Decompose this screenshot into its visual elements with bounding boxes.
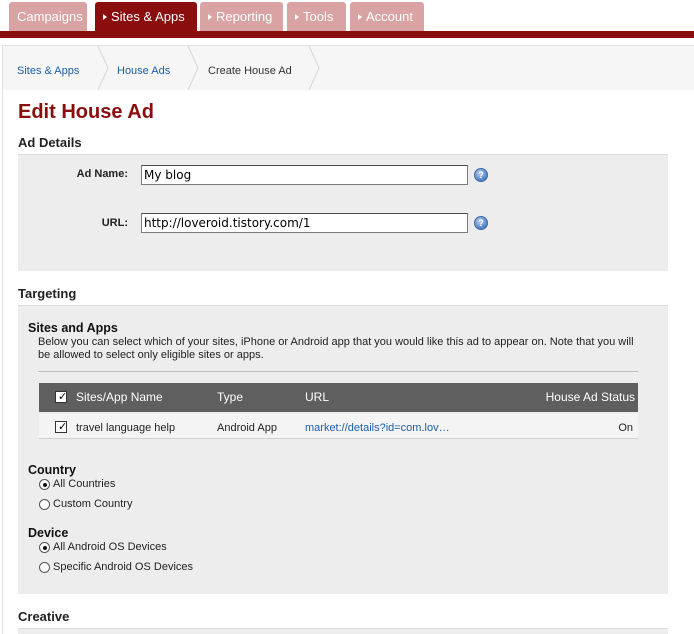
breadcrumb-separator-icon: [97, 46, 109, 90]
tab-label: Campaigns: [17, 9, 83, 24]
ad-name-label: Ad Name:: [76, 168, 128, 180]
house-ad-status-cell: On: [618, 422, 633, 434]
divider: [38, 371, 638, 372]
tab-label: Account: [366, 9, 413, 24]
breadcrumb-create-house-ad: Create House Ad: [208, 65, 292, 77]
tab-tools[interactable]: Tools: [287, 2, 346, 31]
sites-apps-heading: Sites and Apps: [28, 321, 118, 335]
help-icon[interactable]: ?: [474, 168, 488, 182]
radio-label: Specific Android OS Devices: [53, 561, 194, 573]
app-url-link[interactable]: market://details?id=com.lov…: [305, 414, 450, 442]
tab-label: Sites & Apps: [111, 9, 185, 24]
sites-apps-description: Below you can select which of your sites…: [38, 336, 634, 361]
arrow-right-icon: [358, 14, 362, 20]
tab-account[interactable]: Account: [350, 2, 424, 31]
arrow-right-icon: [103, 14, 107, 20]
select-all-checkbox[interactable]: ✓: [55, 391, 67, 403]
arrow-right-icon: [208, 14, 212, 20]
check-icon: ✓: [58, 421, 68, 433]
nav-underline: [0, 31, 694, 38]
top-navigation: Campaigns Sites & Apps Reporting Tools A…: [0, 0, 694, 38]
creative-heading: Creative: [18, 609, 70, 624]
radio-label: Custom Country: [53, 498, 133, 510]
radio-label: All Android OS Devices: [53, 541, 167, 553]
tab-reporting[interactable]: Reporting: [200, 2, 283, 31]
radio-specific-android-devices[interactable]: [39, 562, 50, 573]
radio-label: All Countries: [53, 478, 116, 490]
breadcrumb-separator-icon: [308, 46, 320, 90]
breadcrumb-separator-icon: [187, 46, 199, 90]
app-type-cell: Android App: [217, 422, 277, 434]
ad-name-field[interactable]: My blog: [141, 165, 468, 185]
radio-custom-country[interactable]: [39, 499, 50, 510]
arrow-right-icon: [295, 14, 299, 20]
country-heading: Country: [28, 463, 76, 477]
column-header-url: URL: [305, 390, 330, 404]
column-header-status: House Ad Status: [545, 390, 635, 404]
ad-details-heading: Ad Details: [18, 135, 82, 150]
device-heading: Device: [28, 526, 69, 540]
table-row: ✓ travel language help Android App marke…: [39, 414, 638, 439]
radio-all-countries[interactable]: [39, 479, 50, 490]
breadcrumb: Sites & Apps House Ads Create House Ad: [3, 46, 694, 90]
app-name-cell: travel language help: [76, 422, 176, 434]
tab-label: Reporting: [216, 9, 273, 24]
check-icon: ✓: [58, 391, 68, 403]
url-label: URL:: [101, 217, 128, 229]
creative-panel: [18, 628, 668, 634]
column-header-name: Sites/App Name: [76, 390, 163, 404]
page-title: Edit House Ad: [18, 101, 154, 123]
breadcrumb-sites-apps[interactable]: Sites & Apps: [17, 46, 79, 90]
targeting-heading: Targeting: [18, 286, 77, 301]
tab-label: Tools: [303, 9, 334, 24]
help-icon[interactable]: ?: [474, 216, 488, 230]
breadcrumb-house-ads[interactable]: House Ads: [117, 46, 170, 90]
tab-campaigns[interactable]: Campaigns: [9, 2, 87, 31]
radio-all-android-devices[interactable]: [39, 542, 50, 553]
tab-sites-apps[interactable]: Sites & Apps: [95, 2, 197, 31]
row-checkbox[interactable]: ✓: [55, 421, 67, 433]
table-header: ✓ Sites/App Name Type URL House Ad Statu…: [39, 383, 638, 412]
column-header-type: Type: [217, 390, 244, 404]
url-field[interactable]: http://loveroid.tistory.com/1: [141, 213, 468, 233]
